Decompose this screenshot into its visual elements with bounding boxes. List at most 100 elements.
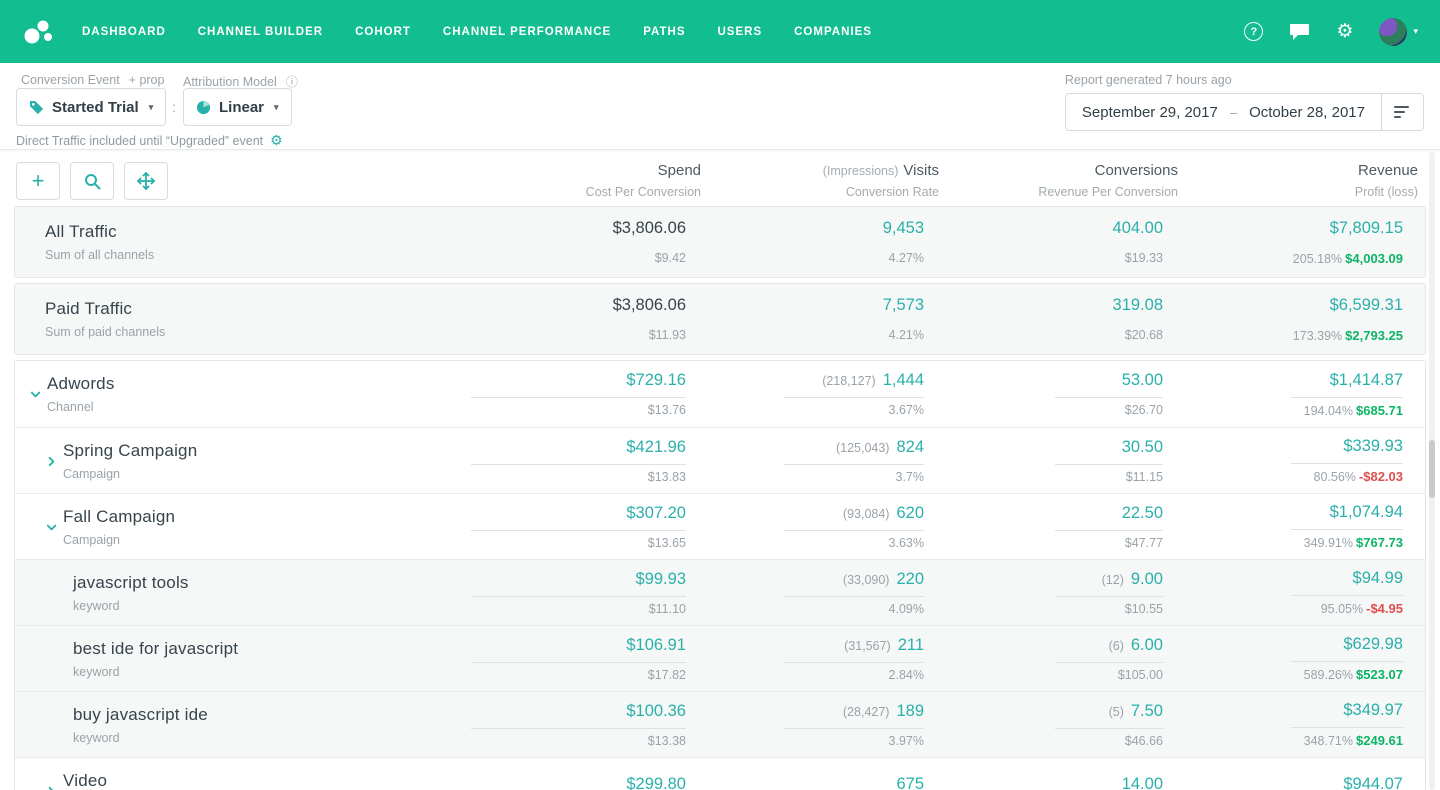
metric-value[interactable]: (33,090)220 bbox=[784, 570, 924, 597]
note-settings-icon[interactable]: ⚙ bbox=[270, 132, 283, 149]
chevron-down-icon[interactable] bbox=[45, 521, 58, 534]
nav-item-users[interactable]: USERS bbox=[718, 26, 763, 38]
metric-cell: $3,806.06$11.93 bbox=[446, 296, 686, 342]
table-header: + SpendCost Per Conversion(Impressions)V… bbox=[0, 150, 1440, 206]
move-reorder-button[interactable] bbox=[124, 162, 168, 200]
metric-value[interactable]: $339.93 bbox=[1291, 437, 1403, 464]
chevron-down-icon: ▾ bbox=[1413, 26, 1418, 37]
metric-cell: $94.99 95.05%-$4.95 bbox=[1163, 569, 1403, 616]
table-row[interactable]: AdwordsChannel$729.16$13.76(218,127)1,44… bbox=[15, 361, 1425, 427]
metric-value: 319.08 bbox=[1055, 296, 1163, 323]
nav-item-channel-builder[interactable]: CHANNEL BUILDER bbox=[198, 26, 323, 38]
table-row[interactable]: All TrafficSum of all channels$3,806.06$… bbox=[14, 206, 1426, 278]
metric-secondary: $26.70 bbox=[924, 403, 1163, 417]
metric-secondary: 348.71%$249.61 bbox=[1163, 733, 1403, 748]
settings-icon[interactable]: ⚙ bbox=[1336, 22, 1353, 41]
column-secondary-label: Profit (loss) bbox=[1178, 185, 1418, 199]
metric-value[interactable]: $106.91 bbox=[471, 636, 686, 663]
sort-filter-button[interactable] bbox=[1381, 94, 1423, 130]
nav-item-companies[interactable]: COMPANIES bbox=[794, 26, 872, 38]
metric-cell: (6)6.00$105.00 bbox=[924, 636, 1163, 682]
metric-value: $3,806.06 bbox=[471, 296, 686, 323]
metric-value[interactable]: 675 bbox=[784, 775, 924, 790]
metric-value[interactable]: $1,074.94 bbox=[1291, 503, 1403, 530]
user-menu[interactable]: ▾ bbox=[1379, 18, 1418, 46]
metric-prefix: (12) bbox=[1102, 573, 1124, 587]
scrollbar-thumb[interactable] bbox=[1429, 440, 1435, 498]
metric-value[interactable]: (5)7.50 bbox=[1055, 702, 1163, 729]
date-end[interactable]: October 28, 2017 bbox=[1249, 104, 1365, 121]
add-channel-button[interactable]: + bbox=[16, 162, 60, 200]
date-range-control[interactable]: September 29, 2017 – October 28, 2017 bbox=[1065, 93, 1424, 131]
metric-value[interactable]: 53.00 bbox=[1055, 371, 1163, 398]
row-title: Adwords bbox=[47, 374, 446, 394]
attribution-model-dropdown[interactable]: Linear ▾ bbox=[183, 88, 292, 126]
metric-value[interactable]: $729.16 bbox=[471, 371, 686, 398]
metric-secondary: 349.91%$767.73 bbox=[1163, 535, 1403, 550]
nav-item-cohort[interactable]: COHORT bbox=[355, 26, 411, 38]
date-separator-icon: – bbox=[1230, 105, 1237, 120]
date-range-text[interactable]: September 29, 2017 – October 28, 2017 bbox=[1066, 104, 1381, 121]
metric-value[interactable]: (218,127)1,444 bbox=[784, 371, 924, 398]
metric-value[interactable]: $94.99 bbox=[1291, 569, 1403, 596]
search-button[interactable] bbox=[70, 162, 114, 200]
table-row[interactable]: VideoCampaign $299.80 675 14.00 $944.07 bbox=[15, 757, 1425, 790]
avatar[interactable] bbox=[1379, 18, 1407, 46]
row-subtitle: Campaign bbox=[63, 467, 446, 481]
table-row[interactable]: best ide for javascriptkeyword$106.91$17… bbox=[15, 625, 1425, 691]
metric-value[interactable]: $307.20 bbox=[471, 504, 686, 531]
row-name-cell: VideoCampaign bbox=[15, 771, 446, 790]
metric-value[interactable]: $99.93 bbox=[471, 570, 686, 597]
metric-value[interactable]: (28,427)189 bbox=[784, 702, 924, 729]
metric-value[interactable]: $629.98 bbox=[1291, 635, 1403, 662]
metric-value[interactable]: (93,084)620 bbox=[784, 504, 924, 531]
chevron-down-icon[interactable] bbox=[29, 388, 42, 401]
row-name-cell: AdwordsChannel bbox=[15, 374, 446, 414]
chat-icon[interactable] bbox=[1289, 23, 1310, 41]
metric-cell: (218,127)1,4443.67% bbox=[686, 371, 924, 417]
nav-item-channel-performance[interactable]: CHANNEL PERFORMANCE bbox=[443, 26, 611, 38]
metric-value[interactable]: (12)9.00 bbox=[1055, 570, 1163, 597]
metric-cell: (28,427)1893.97% bbox=[686, 702, 924, 748]
metric-value[interactable]: (31,567)211 bbox=[784, 636, 924, 663]
scrollbar[interactable] bbox=[1429, 152, 1435, 790]
help-icon[interactable]: ? bbox=[1244, 22, 1263, 41]
metric-secondary: $13.65 bbox=[446, 536, 686, 550]
nav-item-paths[interactable]: PATHS bbox=[643, 26, 685, 38]
table-row[interactable]: Spring CampaignCampaign$421.96$13.83(125… bbox=[15, 427, 1425, 493]
date-start[interactable]: September 29, 2017 bbox=[1082, 104, 1218, 121]
metric-secondary: $17.82 bbox=[446, 668, 686, 682]
caret-down-icon: ▾ bbox=[149, 102, 154, 113]
metric-value[interactable]: $421.96 bbox=[471, 438, 686, 465]
direct-traffic-note: Direct Traffic included until “Upgraded”… bbox=[16, 132, 283, 149]
metric-secondary: 4.27% bbox=[686, 251, 924, 265]
metric-value[interactable]: $299.80 bbox=[471, 775, 686, 790]
table-row[interactable]: Fall CampaignCampaign$307.20$13.65(93,08… bbox=[15, 493, 1425, 559]
metric-value[interactable]: $100.36 bbox=[471, 702, 686, 729]
chevron-right-icon[interactable] bbox=[45, 455, 58, 468]
metric-value[interactable]: $349.97 bbox=[1291, 701, 1403, 728]
metric-secondary: 95.05%-$4.95 bbox=[1163, 601, 1403, 616]
metric-value[interactable]: 22.50 bbox=[1055, 504, 1163, 531]
metric-value[interactable]: $944.07 bbox=[1291, 775, 1403, 790]
app-logo-icon[interactable] bbox=[22, 17, 56, 47]
nav-right: ? ⚙ ▾ bbox=[1244, 18, 1418, 46]
metric-value[interactable]: $1,414.87 bbox=[1291, 371, 1403, 398]
conversion-event-dropdown[interactable]: Started Trial ▾ bbox=[16, 88, 166, 126]
add-prop-button[interactable]: + prop bbox=[129, 73, 165, 87]
table-row[interactable]: javascript toolskeyword$99.93$11.10(33,0… bbox=[15, 559, 1425, 625]
column-header: ConversionsRevenue Per Conversion bbox=[939, 162, 1178, 199]
chevron-right-icon[interactable] bbox=[45, 785, 58, 790]
column-header: (Impressions)VisitsConversion Rate bbox=[701, 162, 939, 199]
metric-secondary: 3.7% bbox=[686, 470, 924, 484]
table-row[interactable]: buy javascript idekeyword$100.36$13.38(2… bbox=[15, 691, 1425, 757]
metric-secondary: $11.10 bbox=[446, 602, 686, 616]
nav-item-dashboard[interactable]: DASHBOARD bbox=[82, 26, 166, 38]
row-name-cell: Spring CampaignCampaign bbox=[15, 441, 446, 481]
table-row[interactable]: Paid TrafficSum of paid channels$3,806.0… bbox=[14, 283, 1426, 355]
metric-value[interactable]: 14.00 bbox=[1055, 775, 1163, 790]
metric-value[interactable]: 30.50 bbox=[1055, 438, 1163, 465]
metric-value[interactable]: (6)6.00 bbox=[1055, 636, 1163, 663]
metric-value[interactable]: (125,043)824 bbox=[784, 438, 924, 465]
conversion-event-value: Started Trial bbox=[52, 99, 139, 116]
